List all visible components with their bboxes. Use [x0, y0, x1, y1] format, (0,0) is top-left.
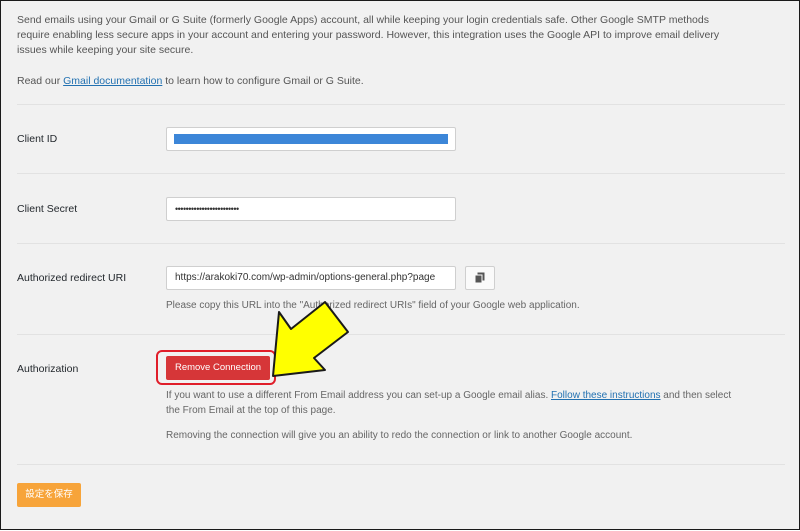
screenshot-frame: Send emails using your Gmail or G Suite …: [0, 0, 800, 530]
arrow-icon: [272, 301, 349, 377]
